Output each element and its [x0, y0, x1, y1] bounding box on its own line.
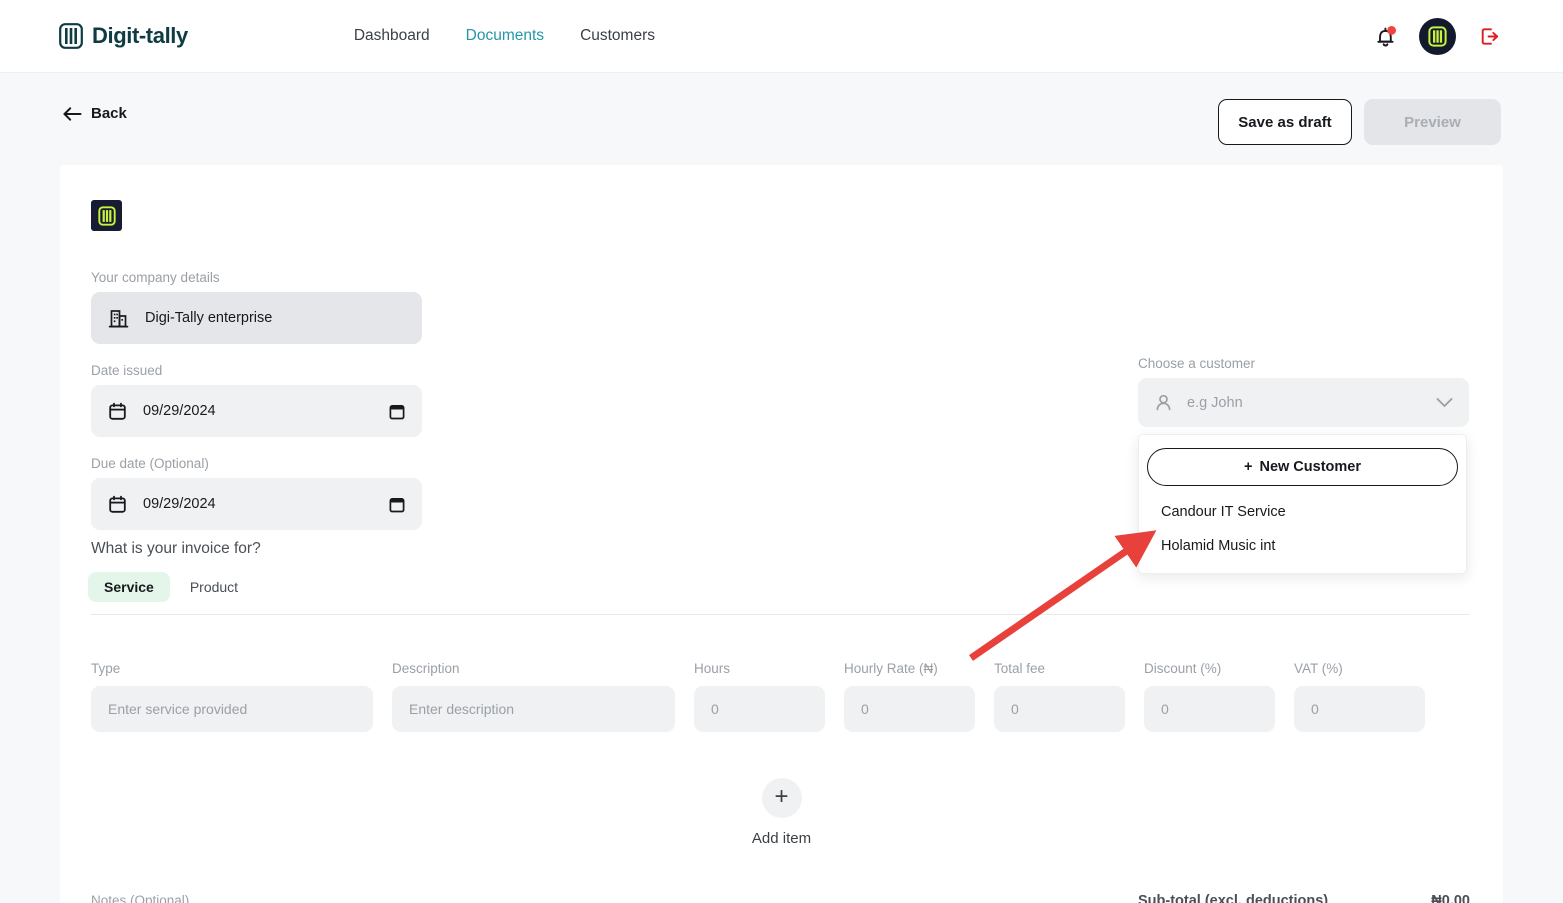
due-date-value: 09/29/2024	[143, 496, 216, 512]
calendar-picker-icon[interactable]	[389, 403, 405, 420]
line-item-hourly-rate-input[interactable]	[844, 686, 975, 732]
line-item-total-fee-input[interactable]	[994, 686, 1125, 732]
due-date-field[interactable]: 09/29/2024	[91, 478, 422, 530]
invoice-type-segmented-control: Service Product	[88, 572, 254, 602]
save-as-draft-button[interactable]: Save as draft	[1218, 99, 1352, 145]
plus-icon: +	[1244, 459, 1253, 475]
document-details-column: Your company details Digi-Tally enterpri…	[91, 270, 422, 530]
invoice-editor-card: Your company details Digi-Tally enterpri…	[60, 165, 1503, 903]
user-avatar[interactable]	[1419, 18, 1456, 55]
line-item-discount-cell: Discount (%)	[1144, 661, 1275, 732]
notes-label: Notes (Optional)	[91, 893, 190, 903]
line-item-hours-cell: Hours	[694, 661, 825, 732]
column-header-hourly-rate: Hourly Rate (₦)	[844, 661, 938, 676]
line-item-hourly-rate-cell: Hourly Rate (₦)	[844, 661, 975, 732]
page-toolbar: Back Save as draft Preview	[0, 73, 1563, 165]
due-date-group: Due date (Optional) 09/29/2024	[91, 456, 422, 530]
company-details-group: Your company details Digi-Tally enterpri…	[91, 270, 422, 344]
chevron-down-icon[interactable]	[1436, 397, 1453, 408]
section-divider	[91, 614, 1470, 615]
company-details-label: Your company details	[91, 270, 220, 285]
calendar-icon	[109, 495, 126, 513]
line-item-hours-input[interactable]	[694, 686, 825, 732]
building-icon	[108, 309, 129, 327]
column-header-total-fee: Total fee	[994, 661, 1046, 676]
plus-icon: +	[774, 782, 789, 810]
invoice-for-question: What is your invoice for?	[91, 540, 261, 557]
brand-logo[interactable]: Digit-tally	[59, 23, 188, 49]
add-item-label: Add item	[751, 830, 812, 847]
customer-picker-group: Choose a customer e.g John	[1138, 356, 1469, 427]
company-details-field[interactable]: Digi-Tally enterprise	[91, 292, 422, 344]
subtotal-value: ₦0.00	[1431, 893, 1470, 903]
nav-item-customers[interactable]: Customers	[562, 21, 673, 51]
arrow-left-icon	[63, 106, 82, 121]
column-header-vat: VAT (%)	[1294, 661, 1343, 676]
user-avatar-logo-icon	[1428, 26, 1447, 47]
top-navigation-bar: Digit-tally Dashboard Documents Customer…	[0, 0, 1563, 73]
calendar-icon	[109, 402, 126, 420]
add-item-control: + Add item	[60, 778, 1503, 847]
primary-nav: Dashboard Documents Customers	[336, 21, 673, 51]
customer-option-holamid-music-int[interactable]: Holamid Music int	[1139, 529, 1466, 563]
column-header-hours: Hours	[694, 661, 731, 676]
column-header-type: Type	[91, 661, 121, 676]
line-items-table: Type Description Hours Hourly Rate (₦) T…	[91, 661, 1471, 732]
bell-icon	[1377, 26, 1396, 47]
line-item-description-cell: Description	[392, 661, 675, 732]
column-header-discount: Discount (%)	[1144, 661, 1222, 676]
date-issued-group: Date issued 09/29/2024	[91, 363, 422, 437]
invoice-type-service[interactable]: Service	[88, 572, 170, 602]
date-issued-field[interactable]: 09/29/2024	[91, 385, 422, 437]
logout-icon[interactable]	[1478, 25, 1501, 48]
customer-dropdown-menu: + New Customer Candour IT Service Holami…	[1138, 434, 1467, 574]
customer-input-placeholder: e.g John	[1187, 394, 1243, 411]
customer-option-candour-it-service[interactable]: Candour IT Service	[1139, 495, 1466, 529]
nav-item-documents[interactable]: Documents	[448, 21, 562, 51]
document-logo-icon	[97, 205, 116, 226]
notification-badge-dot	[1387, 26, 1396, 35]
new-customer-label: New Customer	[1259, 459, 1361, 475]
user-icon	[1156, 394, 1171, 411]
line-item-description-input[interactable]	[392, 686, 675, 732]
line-item-total-fee-cell: Total fee	[994, 661, 1125, 732]
new-customer-button[interactable]: + New Customer	[1147, 448, 1458, 486]
nav-item-dashboard[interactable]: Dashboard	[336, 21, 448, 51]
add-item-button[interactable]: +	[761, 778, 802, 818]
subtotal-label: Sub-total (excl. deductions)	[1138, 893, 1329, 903]
company-name-value: Digi-Tally enterprise	[145, 310, 273, 326]
calendar-picker-icon[interactable]	[389, 496, 405, 513]
line-item-row: Type Description Hours Hourly Rate (₦) T…	[91, 661, 1471, 732]
nav-actions	[1375, 0, 1501, 73]
line-item-type-input[interactable]	[91, 686, 373, 732]
invoice-type-product[interactable]: Product	[174, 572, 254, 602]
choose-customer-label: Choose a customer	[1138, 356, 1256, 371]
line-item-vat-input[interactable]	[1294, 686, 1425, 732]
line-item-vat-cell: VAT (%)	[1294, 661, 1425, 732]
document-logo	[91, 200, 122, 231]
column-header-description: Description	[392, 661, 460, 676]
date-issued-value: 09/29/2024	[143, 403, 216, 419]
due-date-label: Due date (Optional)	[91, 456, 209, 471]
customer-select-input[interactable]: e.g John	[1138, 378, 1469, 427]
notifications-button[interactable]	[1375, 25, 1397, 48]
date-issued-label: Date issued	[91, 363, 163, 378]
back-button[interactable]: Back	[63, 105, 127, 122]
preview-button[interactable]: Preview	[1364, 99, 1501, 145]
brand-name: Digit-tally	[92, 23, 188, 48]
line-item-discount-input[interactable]	[1144, 686, 1275, 732]
line-item-type-cell: Type	[91, 661, 373, 732]
back-label: Back	[91, 105, 127, 122]
digit-tally-logo-icon	[59, 23, 83, 49]
